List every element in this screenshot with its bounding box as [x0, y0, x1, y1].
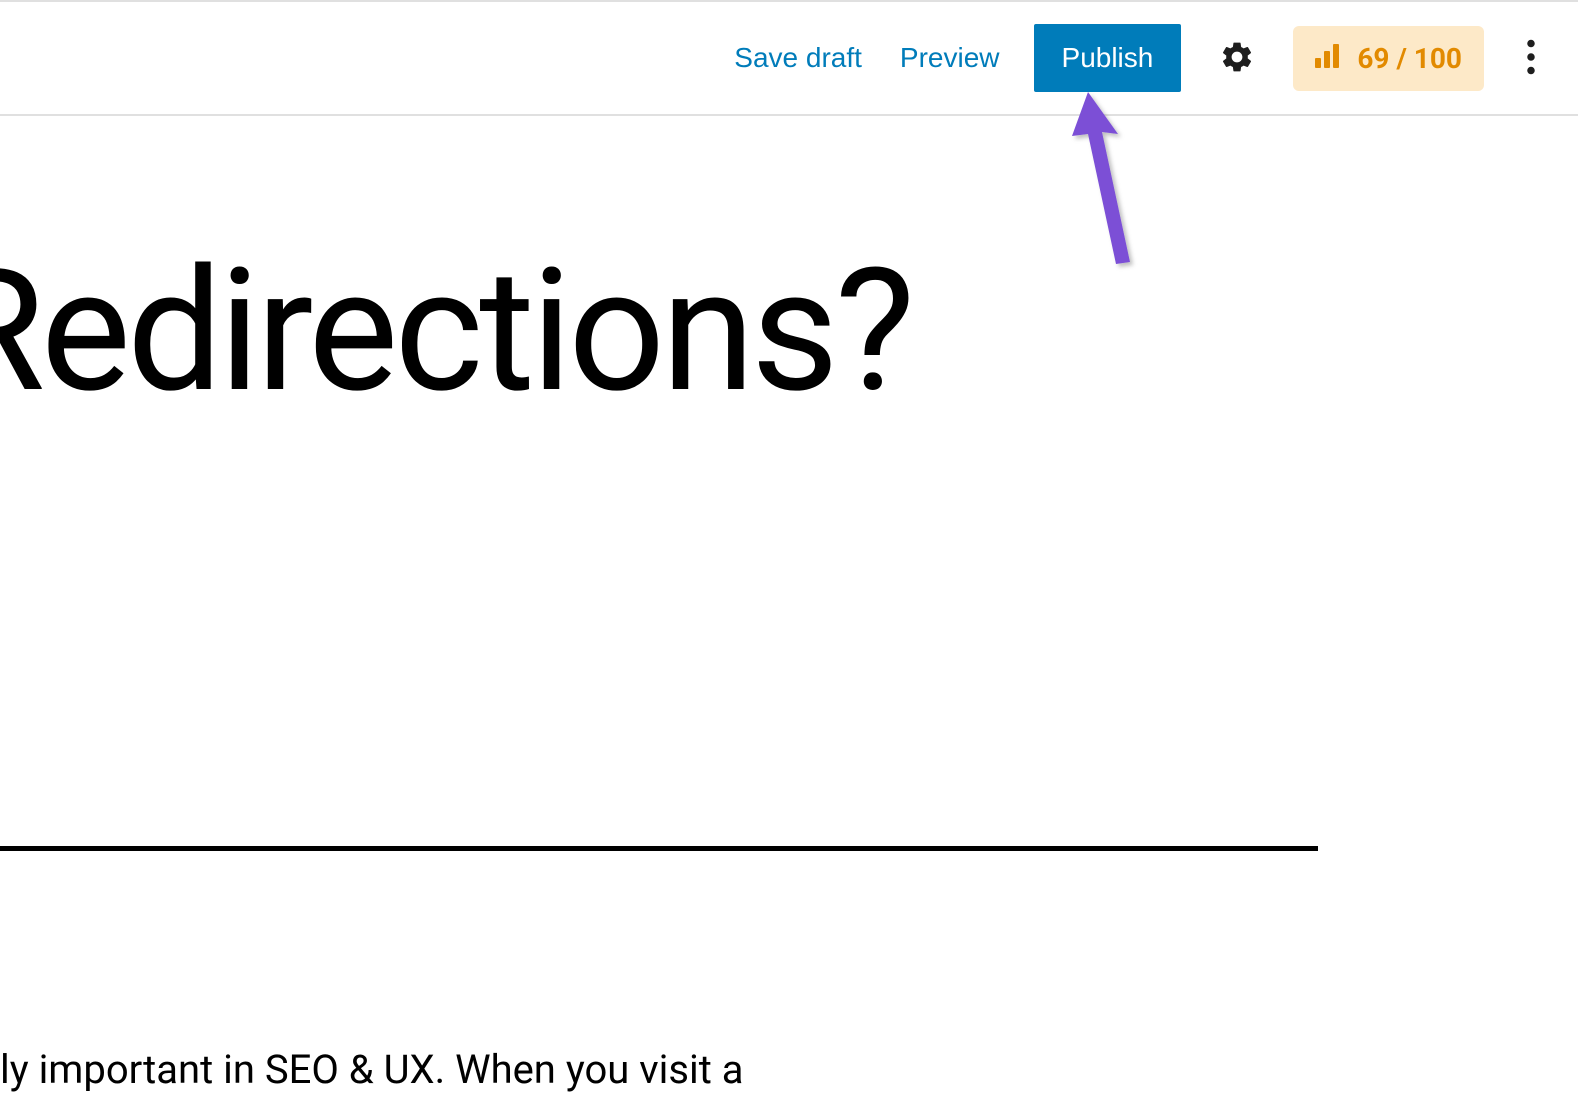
- post-title[interactable]: Redirections?: [0, 246, 1578, 416]
- editor-toolbar: Save draft Preview Publish 69 / 100: [0, 0, 1578, 116]
- content-divider: [0, 846, 1318, 851]
- chart-icon: [1315, 42, 1343, 75]
- publish-button[interactable]: Publish: [1034, 24, 1182, 92]
- gear-icon: [1219, 39, 1255, 78]
- kebab-icon: [1526, 39, 1536, 78]
- save-draft-button[interactable]: Save draft: [730, 34, 866, 82]
- seo-score-text: 69 / 100: [1357, 42, 1462, 75]
- post-body-fragment[interactable]: ly important in SEO & UX. When you visit…: [0, 1046, 743, 1093]
- settings-button[interactable]: [1211, 31, 1263, 86]
- preview-button[interactable]: Preview: [896, 34, 1004, 82]
- editor-content: Redirections? ly important in SEO & UX. …: [0, 246, 1578, 416]
- seo-score-badge[interactable]: 69 / 100: [1293, 26, 1484, 91]
- more-options-button[interactable]: [1514, 31, 1548, 86]
